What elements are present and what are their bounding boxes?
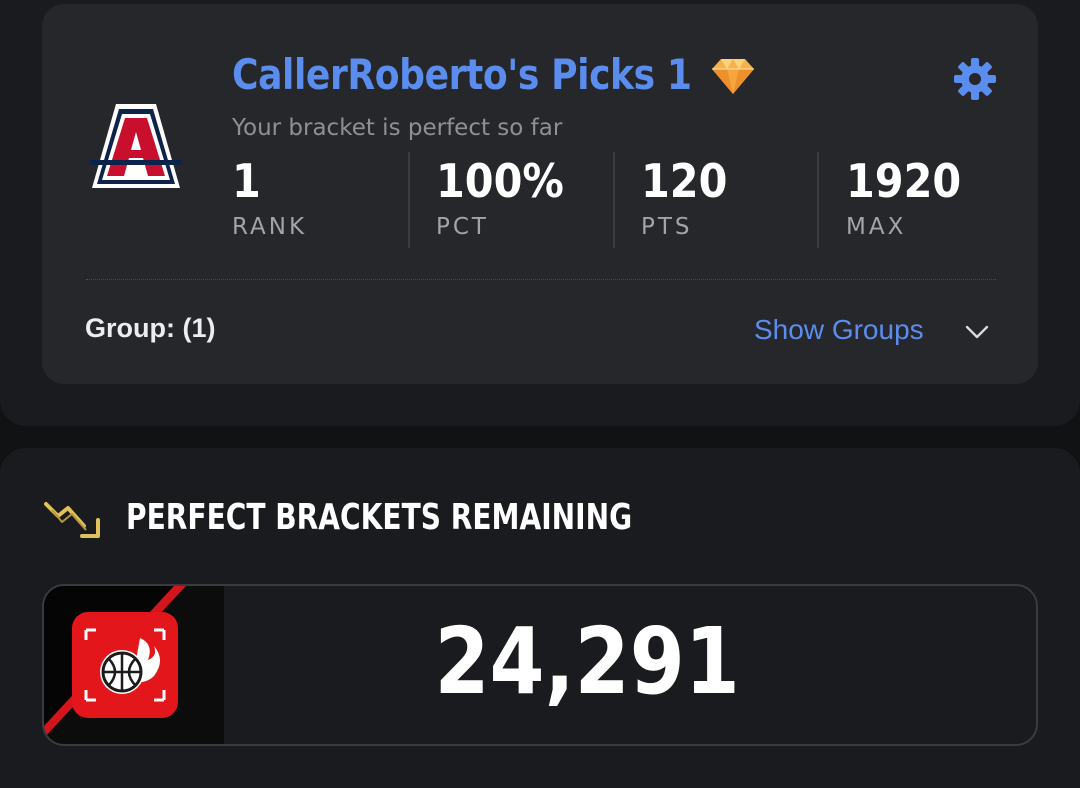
gem-icon: [712, 59, 754, 94]
stat-divider: [408, 152, 410, 248]
stat-max: 1920 MAX: [846, 150, 1046, 248]
stat-value: 100%: [436, 154, 564, 208]
stat-value: 120: [641, 154, 728, 208]
stat-divider: [817, 152, 819, 248]
stat-label: RANK: [232, 214, 308, 240]
show-groups-button[interactable]: Show Groups: [754, 314, 924, 346]
gear-icon[interactable]: [952, 56, 998, 102]
chevron-down-icon[interactable]: [964, 322, 990, 342]
group-count-label: Group: (1): [85, 313, 216, 343]
stat-label: PTS: [641, 214, 693, 240]
perfect-brackets-count: 24,291: [434, 608, 740, 715]
trending-down-icon: [44, 502, 100, 538]
stat-rank: 1 RANK: [232, 150, 432, 248]
flaming-basketball-icon: [44, 586, 224, 744]
perfect-brackets-card: 24,291: [42, 584, 1038, 746]
stat-divider: [613, 152, 615, 248]
stat-value: 1920: [846, 154, 962, 208]
stat-label: PCT: [436, 214, 489, 240]
divider: [86, 279, 996, 280]
stat-pts: 120 PTS: [641, 150, 841, 248]
bracket-title[interactable]: CallerRoberto's Picks 1: [232, 50, 692, 99]
bracket-status-text: Your bracket is perfect so far: [232, 115, 563, 141]
stat-label: MAX: [846, 214, 907, 240]
perfect-brackets-title: PERFECT BRACKETS REMAINING: [126, 497, 633, 538]
team-logo: [90, 104, 182, 188]
stat-pct: 100% PCT: [436, 150, 636, 248]
stat-value: 1: [232, 154, 261, 208]
